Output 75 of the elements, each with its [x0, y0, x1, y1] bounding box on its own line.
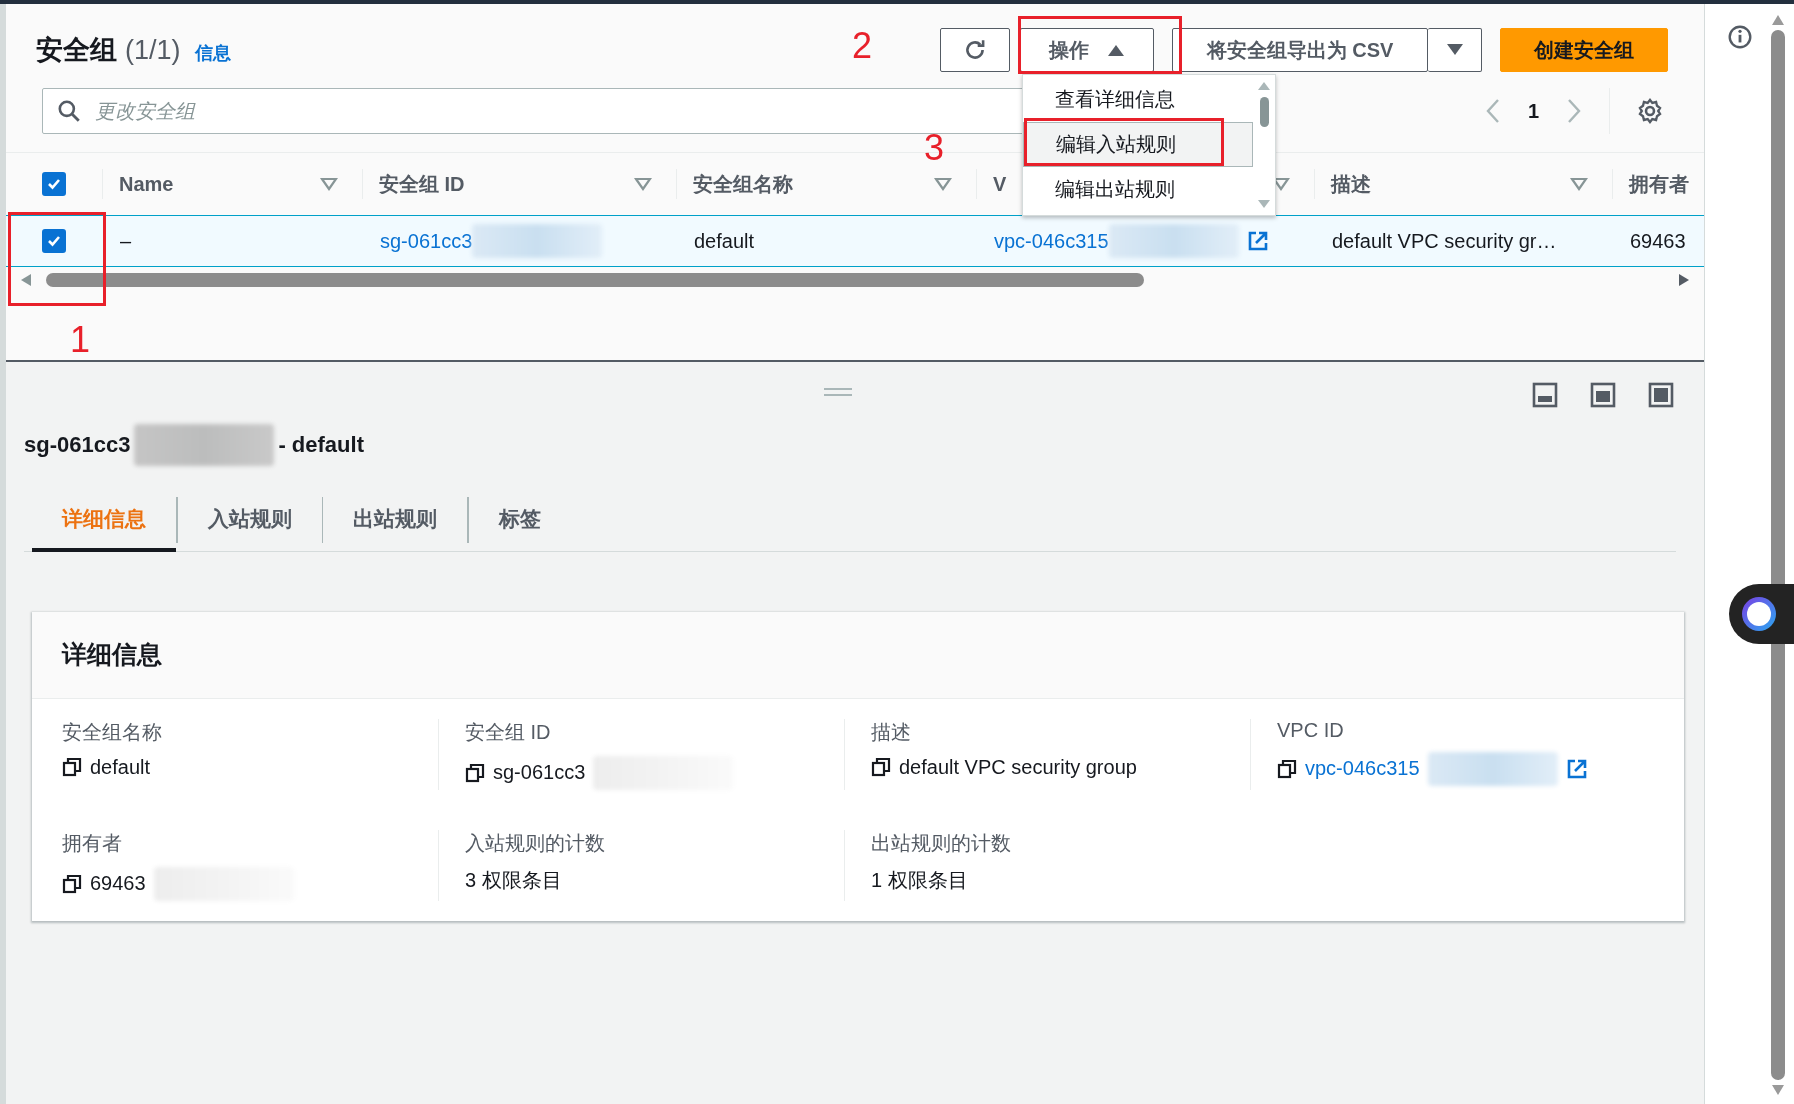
column-header[interactable]: 拥有者	[1629, 170, 1704, 198]
copy-icon[interactable]	[1277, 758, 1297, 779]
column-header[interactable]: 安全组名称	[693, 170, 934, 198]
table-row[interactable]: – sg-061cc3 default vpc-046c315 default VPC security gr… 69463	[6, 215, 1704, 267]
external-link-icon[interactable]	[1246, 230, 1269, 252]
field-value: default VPC security group	[899, 755, 1137, 779]
field-value: 69463	[90, 872, 146, 895]
panel-layout-icon[interactable]	[1532, 382, 1558, 408]
annotation-number: 2	[852, 28, 873, 64]
copy-icon[interactable]	[871, 757, 891, 777]
horizontal-scrollbar[interactable]	[46, 273, 1144, 287]
tab[interactable]: 入站规则	[177, 490, 322, 552]
field-label: VPC ID	[1277, 718, 1345, 742]
field-label: 安全组 ID	[465, 719, 552, 745]
column-header[interactable]: 描述	[1331, 170, 1570, 198]
selection-count: (1/1)	[125, 34, 181, 66]
field-value: default	[90, 755, 151, 779]
sort-icon[interactable]	[1570, 177, 1588, 191]
table-cell: 69463	[1630, 229, 1686, 253]
field-label: 入站规则的计数	[465, 830, 606, 856]
field-link[interactable]: vpc-046c315	[1305, 757, 1420, 780]
menu-scrollbar[interactable]	[1259, 97, 1269, 127]
field-value: 3 权限条目	[465, 867, 562, 893]
column-header[interactable]: Name	[119, 172, 320, 196]
assistant-bubble[interactable]	[1729, 584, 1794, 644]
field-label: 出站规则的计数	[871, 830, 1012, 856]
vpc-id-link[interactable]: vpc-046c315	[994, 229, 1109, 253]
row-checkbox[interactable]	[42, 229, 66, 253]
export-csv-button[interactable]: 将安全组导出为 CSV	[1172, 28, 1428, 72]
copy-icon[interactable]	[62, 873, 82, 894]
actions-button[interactable]: 操作	[1020, 28, 1154, 72]
tab[interactable]: 标签	[468, 490, 571, 552]
settings-icon[interactable]	[1636, 97, 1664, 125]
search-icon	[56, 98, 82, 124]
caret-icon	[1445, 43, 1464, 57]
field-label: 拥有者	[62, 830, 123, 856]
sort-icon[interactable]	[934, 177, 952, 191]
scroll-down-icon[interactable]	[1771, 1084, 1785, 1096]
field-value: 1 权限条目	[871, 867, 968, 893]
resize-handle[interactable]	[824, 388, 852, 396]
panel-layout-icon[interactable]	[1648, 382, 1674, 408]
export-options-button[interactable]	[1428, 28, 1482, 72]
column-header[interactable]: 安全组 ID	[379, 170, 634, 198]
menu-item[interactable]: 编辑入站规则	[1023, 122, 1253, 167]
table-cell: default VPC security gr…	[1332, 229, 1557, 253]
field-label: 描述	[871, 719, 912, 745]
annotation-number: 1	[70, 322, 91, 358]
field-label: 安全组名称	[62, 719, 163, 745]
tab[interactable]: 出站规则	[323, 490, 467, 552]
table-cell: –	[120, 229, 132, 253]
info-link[interactable]: 信息	[194, 41, 231, 65]
caret-icon	[1107, 43, 1125, 57]
panel-layout-icon[interactable]	[1590, 382, 1616, 408]
sort-icon[interactable]	[634, 177, 652, 191]
detail-title: sg-061cc3	[24, 432, 131, 458]
create-button[interactable]: 创建安全组	[1500, 28, 1668, 72]
external-link-icon[interactable]	[1565, 757, 1588, 780]
info-icon[interactable]	[1727, 24, 1753, 50]
sort-icon[interactable]	[320, 177, 338, 191]
page-number[interactable]: 1	[1527, 99, 1539, 123]
scroll-up-icon[interactable]	[1771, 14, 1785, 26]
group-id-link[interactable]: sg-061cc3	[380, 229, 473, 253]
copy-icon[interactable]	[465, 762, 485, 783]
refresh-button[interactable]	[940, 28, 1010, 72]
table-cell: default	[694, 229, 755, 253]
vertical-scrollbar[interactable]	[1771, 30, 1785, 1080]
field-value: sg-061cc3	[493, 761, 586, 784]
scroll-right-icon[interactable]	[1678, 273, 1690, 287]
copy-icon[interactable]	[62, 757, 82, 777]
scroll-left-icon[interactable]	[20, 273, 32, 287]
page-title: 安全组	[36, 34, 117, 67]
assistant-icon	[1741, 596, 1777, 632]
select-all-checkbox[interactable]	[42, 172, 66, 196]
detail-title-suffix: - default	[278, 432, 364, 458]
card-title: 详细信息	[62, 639, 162, 670]
